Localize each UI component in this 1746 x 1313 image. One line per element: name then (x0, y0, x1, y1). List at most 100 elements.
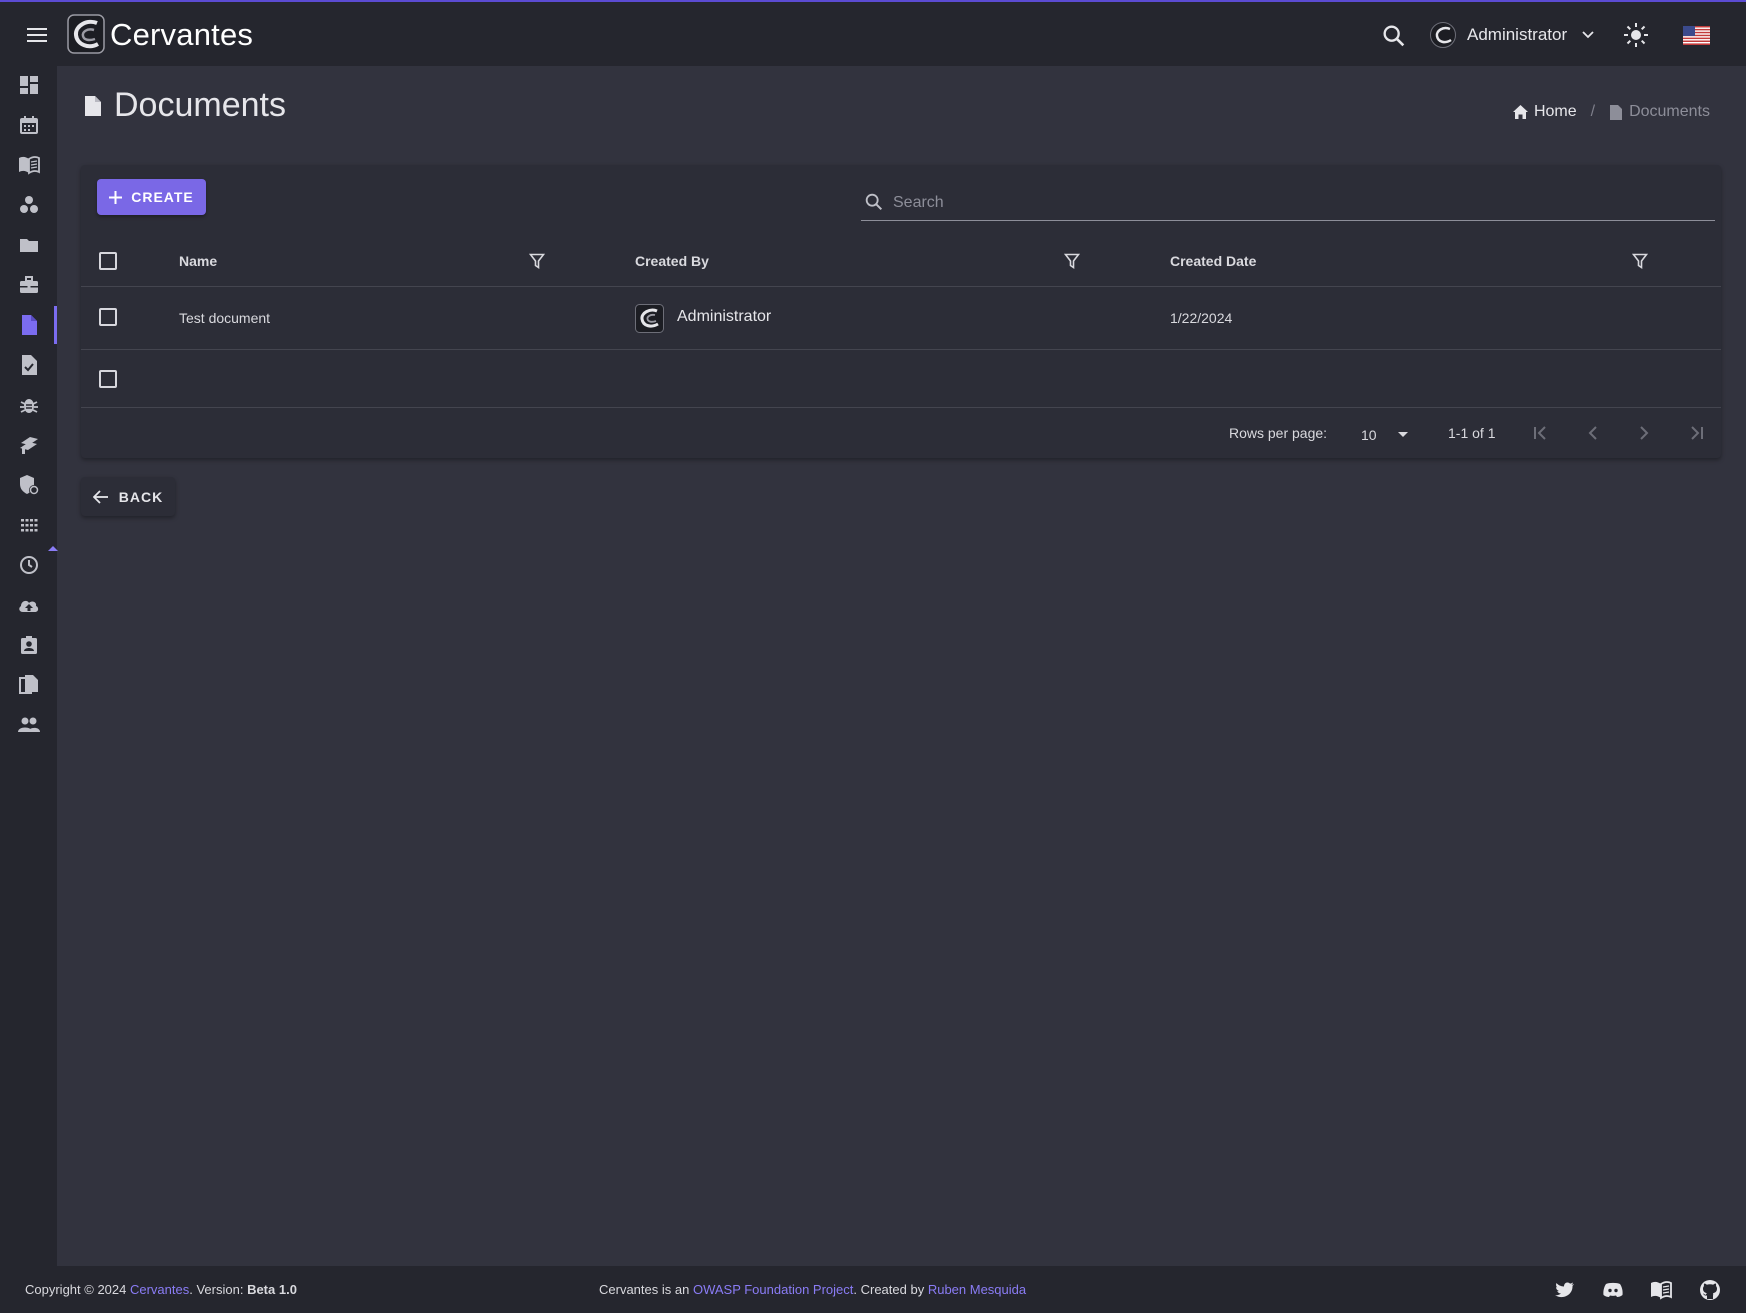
contact-icon (20, 636, 37, 654)
plus-icon (109, 190, 123, 204)
copy-icon (18, 675, 38, 694)
select-all-checkbox[interactable] (99, 252, 117, 270)
folder-icon (19, 239, 38, 252)
home-icon (1512, 105, 1528, 119)
bug-icon (19, 399, 38, 413)
sidebar-item-contacts[interactable] (0, 626, 57, 664)
column-header-created-date[interactable]: Created Date (1170, 253, 1256, 269)
copyright-text: Copyright © 2024 (25, 1282, 127, 1297)
top-app-bar: Cervantes Administrator (0, 0, 1746, 66)
vulnerabilities-icon (19, 437, 38, 454)
version-value: Beta 1.0 (247, 1282, 297, 1297)
breadcrumb-home-label[interactable]: Home (1534, 103, 1577, 121)
cell-name[interactable]: Test document (179, 310, 270, 326)
back-button-label: BACK (118, 488, 164, 505)
next-page-icon[interactable] (1633, 422, 1655, 444)
first-page-icon[interactable] (1530, 422, 1552, 444)
user-menu-name[interactable]: Administrator (1467, 25, 1567, 45)
brand-title[interactable]: Cervantes (110, 17, 253, 53)
discord-icon[interactable] (1602, 1279, 1624, 1301)
cell-created-by: Administrator (677, 308, 772, 325)
sidebar-item-dashboard[interactable] (0, 66, 57, 104)
github-icon[interactable] (1699, 1279, 1721, 1301)
sidebar-item-briefcase[interactable] (0, 266, 57, 304)
sun-icon[interactable] (1621, 20, 1651, 50)
calendar-icon (19, 116, 38, 134)
table-row-empty (81, 350, 1721, 408)
search-field[interactable] (861, 187, 1715, 221)
us-flag-icon[interactable] (1683, 26, 1710, 45)
filter-icon[interactable] (1631, 253, 1649, 269)
filter-icon[interactable] (1063, 253, 1081, 269)
upload-icon (18, 600, 38, 612)
rows-per-page-select[interactable]: 10 (1361, 427, 1377, 443)
column-header-created-by[interactable]: Created By (635, 253, 709, 269)
sidebar-item-vulnerabilities[interactable] (0, 426, 57, 464)
sidebar-item-bugs[interactable] (0, 386, 57, 424)
column-header-name[interactable]: Name (179, 253, 217, 269)
pagination: Rows per page: 10 1-1 of 1 (81, 408, 1721, 458)
create-button[interactable]: CREATE (97, 179, 206, 215)
apps-icon (20, 519, 37, 532)
sidebar-item-security[interactable] (0, 466, 57, 504)
security-icon (19, 475, 39, 495)
footer-credits: Cervantes is an OWASP Foundation Project… (599, 1282, 1026, 1297)
search-icon (863, 191, 885, 213)
document-icon (1610, 104, 1623, 120)
sidebar-item-calendar[interactable] (0, 106, 57, 144)
avatar (635, 304, 664, 333)
dashboard-icon (19, 76, 38, 94)
sidebar-item-documents[interactable] (0, 306, 57, 344)
document-icon (21, 315, 37, 335)
twitter-icon[interactable] (1554, 1279, 1576, 1301)
rows-per-page-label: Rows per page: (1229, 425, 1328, 441)
caret-down-icon[interactable] (1398, 432, 1408, 437)
sidebar-item-folder[interactable] (0, 226, 57, 264)
sidebar-item-users[interactable] (0, 706, 57, 744)
last-page-icon[interactable] (1685, 422, 1707, 444)
cervantes-link[interactable]: Cervantes (130, 1282, 189, 1297)
documents-table-card: CREATE Name Created By Created Date Test… (81, 165, 1721, 458)
page-range: 1-1 of 1 (1448, 425, 1496, 441)
filter-icon[interactable] (528, 253, 546, 269)
breadcrumb-home[interactable]: Home (1512, 103, 1577, 121)
sidebar-item-copy[interactable] (0, 666, 57, 704)
row-checkbox[interactable] (99, 370, 117, 388)
search-icon[interactable] (1380, 22, 1408, 50)
footer: Copyright © 2024 Cervantes. Version: Bet… (0, 1266, 1746, 1313)
chevron-down-icon[interactable] (1580, 26, 1596, 42)
menu-icon[interactable] (22, 22, 52, 48)
sidebar-item-history[interactable] (0, 546, 57, 584)
create-button-label: CREATE (131, 189, 194, 205)
owasp-link[interactable]: OWASP Foundation Project (693, 1282, 853, 1297)
cell-created-date: 1/22/2024 (1170, 310, 1233, 326)
sidebar-item-upload[interactable] (0, 586, 57, 624)
owasp-prefix: Cervantes is an (599, 1282, 690, 1297)
user-avatar[interactable] (1430, 22, 1456, 48)
briefcase-icon (19, 276, 38, 293)
breadcrumb-current: Documents (1609, 103, 1710, 121)
users-icon (17, 717, 40, 732)
cervantes-logo-icon[interactable] (67, 14, 105, 54)
sidebar-item-apps[interactable] (0, 506, 57, 544)
version-prefix: . Version: (189, 1282, 244, 1297)
back-button[interactable]: BACK (81, 477, 175, 516)
author-link[interactable]: Ruben Mesquida (928, 1282, 1026, 1297)
history-icon (19, 556, 38, 574)
breadcrumb-separator: / (1590, 103, 1596, 120)
table-row[interactable]: Test document Administrator 1/22/2024 (81, 287, 1721, 350)
workspaces-icon (19, 196, 38, 213)
search-input[interactable] (893, 189, 1693, 217)
footer-copyright: Copyright © 2024 Cervantes. Version: Bet… (25, 1282, 297, 1297)
book-icon[interactable] (1650, 1279, 1672, 1301)
arrow-left-icon (92, 489, 108, 504)
sidebar (0, 66, 58, 1266)
sidebar-item-checklist[interactable] (0, 346, 57, 384)
row-checkbox[interactable] (99, 308, 117, 326)
breadcrumb: Home / Documents (1512, 103, 1710, 121)
breadcrumb-current-label: Documents (1629, 103, 1710, 120)
document-icon (84, 95, 102, 117)
sidebar-item-book[interactable] (0, 146, 57, 184)
sidebar-item-workspaces[interactable] (0, 186, 57, 224)
previous-page-icon[interactable] (1582, 422, 1604, 444)
